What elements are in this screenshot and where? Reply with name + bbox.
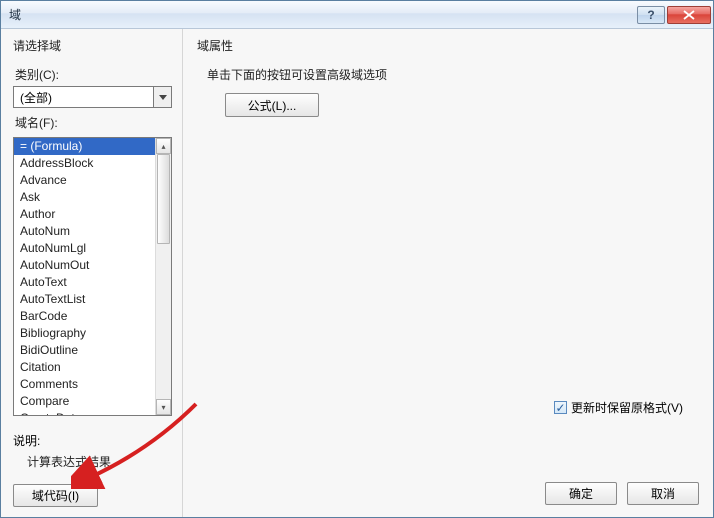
formula-button[interactable]: 公式(L)... xyxy=(225,93,319,117)
category-label: 类别(C): xyxy=(15,66,172,83)
chevron-down-icon xyxy=(159,95,167,100)
list-item[interactable]: Comments xyxy=(14,376,155,393)
field-codes-button[interactable]: 域代码(I) xyxy=(13,484,98,507)
scrollbar[interactable]: ▴ ▾ xyxy=(155,138,171,415)
list-item[interactable]: CreateDate xyxy=(14,410,155,415)
list-item[interactable]: AutoNumOut xyxy=(14,257,155,274)
formula-button-label: 公式(L)... xyxy=(248,97,297,114)
list-item[interactable]: BarCode xyxy=(14,308,155,325)
ok-button[interactable]: 确定 xyxy=(545,482,617,505)
ok-label: 确定 xyxy=(569,485,593,502)
fieldname-listbox[interactable]: = (Formula)AddressBlockAdvanceAskAuthorA… xyxy=(13,137,172,416)
list-item[interactable]: Compare xyxy=(14,393,155,410)
description-text: 计算表达式结果 xyxy=(13,449,172,470)
fieldname-label: 域名(F): xyxy=(15,114,172,131)
preserve-format-checkbox[interactable]: ✓ xyxy=(554,401,567,414)
category-value: (全部) xyxy=(14,87,153,107)
scroll-down-button[interactable]: ▾ xyxy=(156,399,171,415)
preserve-format-option[interactable]: ✓ 更新时保留原格式(V) xyxy=(554,399,683,416)
list-item[interactable]: Citation xyxy=(14,359,155,376)
list-item[interactable]: AutoText xyxy=(14,274,155,291)
cancel-button[interactable]: 取消 xyxy=(627,482,699,505)
field-dialog-window: 域 ? 请选择域 类别(C): (全部) 域名(F): = (Formula)A… xyxy=(0,0,714,518)
list-item[interactable]: AutoTextList xyxy=(14,291,155,308)
list-item[interactable]: Bibliography xyxy=(14,325,155,342)
right-panel: 域属性 单击下面的按钮可设置高级域选项 公式(L)... ✓ 更新时保留原格式(… xyxy=(183,29,713,517)
list-item[interactable]: Ask xyxy=(14,189,155,206)
left-panel: 请选择域 类别(C): (全部) 域名(F): = (Formula)Addre… xyxy=(1,29,183,517)
titlebar: 域 ? xyxy=(1,1,713,29)
list-item[interactable]: BidiOutline xyxy=(14,342,155,359)
list-item[interactable]: AddressBlock xyxy=(14,155,155,172)
field-codes-label: 域代码(I) xyxy=(32,487,79,504)
list-item[interactable]: AutoNum xyxy=(14,223,155,240)
dropdown-button[interactable] xyxy=(153,87,171,107)
list-item[interactable]: AutoNumLgl xyxy=(14,240,155,257)
close-button[interactable] xyxy=(667,6,711,24)
help-button[interactable]: ? xyxy=(637,6,665,24)
check-icon: ✓ xyxy=(555,402,565,414)
close-icon xyxy=(683,10,695,20)
list-item[interactable]: Author xyxy=(14,206,155,223)
field-properties-hint: 单击下面的按钮可设置高级域选项 xyxy=(207,66,699,83)
chevron-down-icon: ▾ xyxy=(161,403,165,412)
scroll-up-button[interactable]: ▴ xyxy=(156,138,171,154)
scroll-thumb[interactable] xyxy=(157,154,170,244)
list-item[interactable]: Advance xyxy=(14,172,155,189)
chevron-up-icon: ▴ xyxy=(161,142,165,151)
field-properties-heading: 域属性 xyxy=(197,37,699,54)
description-label: 说明: xyxy=(13,432,172,449)
list-item[interactable]: = (Formula) xyxy=(14,138,155,155)
window-title: 域 xyxy=(9,6,635,23)
category-select[interactable]: (全部) xyxy=(13,86,172,108)
preserve-format-label: 更新时保留原格式(V) xyxy=(571,399,683,416)
cancel-label: 取消 xyxy=(651,485,675,502)
select-field-heading: 请选择域 xyxy=(13,37,172,54)
help-icon: ? xyxy=(647,8,654,22)
